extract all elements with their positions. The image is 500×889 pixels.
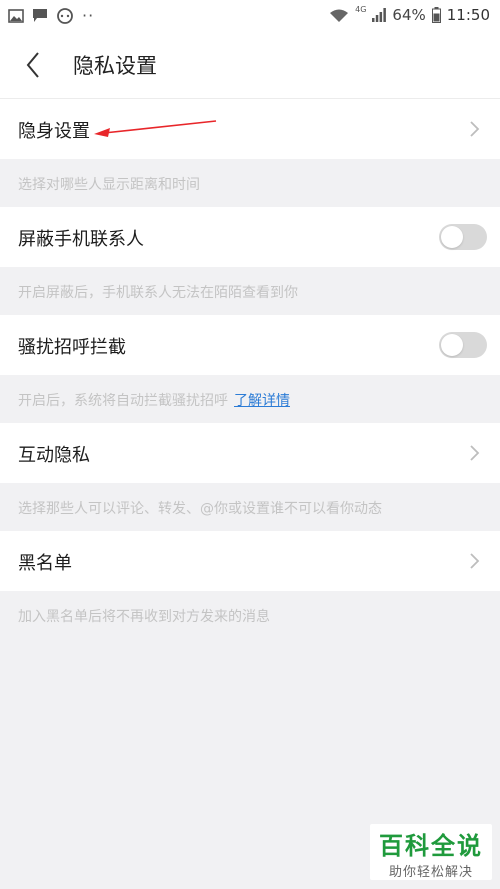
row-note: 选择对哪些人显示距离和时间 [0, 159, 500, 207]
dots-icon: ·· [82, 6, 95, 25]
watermark-logo: 百科全说 助你轻松解决 [370, 824, 492, 880]
message-icon [33, 9, 47, 22]
row-note: 加入黑名单后将不再收到对方发来的消息 [0, 591, 500, 639]
learn-more-link[interactable]: 了解详情 [234, 393, 290, 409]
chevron-right-icon [470, 553, 480, 569]
watermark-sub-text: 助你轻松解决 [388, 865, 473, 880]
row-label: 骚扰招呼拦截 [18, 337, 126, 358]
toggle-knob [441, 226, 463, 248]
wifi-icon [330, 9, 349, 22]
row-harassment-block: 骚扰招呼拦截 [0, 315, 500, 375]
status-left-icons: ·· [8, 6, 94, 25]
block-contacts-toggle[interactable] [439, 224, 487, 250]
row-blacklist[interactable]: 黑名单 [0, 531, 500, 591]
network-type: 4G [355, 4, 367, 14]
row-note: 开启屏蔽后，手机联系人无法在陌陌查看到你 [0, 267, 500, 315]
note-text: 选择对哪些人显示距离和时间 [18, 177, 200, 193]
image-icon [8, 8, 24, 23]
row-note: 开启后，系统将自动拦截骚扰招呼 了解详情 [0, 375, 500, 423]
battery-percent: 64% [392, 6, 426, 24]
back-arrow-icon [26, 52, 39, 78]
harassment-block-toggle[interactable] [439, 332, 487, 358]
watermark-main-text: 百科全说 [379, 832, 483, 860]
note-text: 加入黑名单后将不再收到对方发来的消息 [18, 609, 270, 625]
note-text: 开启后，系统将自动拦截骚扰招呼 [18, 393, 228, 409]
row-label: 黑名单 [18, 553, 72, 574]
clock: 11:50 [446, 6, 490, 24]
row-label: 互动隐私 [18, 445, 90, 466]
row-note: 选择那些人可以评论、转发、@你或设置谁不可以看你动态 [0, 483, 500, 531]
page-title: 隐私设置 [73, 54, 157, 78]
chevron-right-icon [470, 445, 480, 461]
note-text-wrap: 开启后，系统将自动拦截骚扰招呼 了解详情 [18, 390, 290, 410]
row-interaction-privacy[interactable]: 互动隐私 [0, 423, 500, 483]
toggle-knob [441, 334, 463, 356]
note-text: 开启屏蔽后，手机联系人无法在陌陌查看到你 [18, 285, 298, 301]
back-button[interactable] [16, 48, 50, 82]
status-right: 4G 64% 11:50 [329, 4, 490, 24]
chevron-right-icon [470, 121, 480, 137]
nav-header: 隐私设置 [0, 32, 500, 99]
row-invisible-settings[interactable]: 隐身设置 [0, 99, 500, 159]
battery-icon [431, 7, 441, 23]
chat-icon [57, 7, 73, 24]
row-label: 隐身设置 [18, 121, 90, 142]
note-text: 选择那些人可以评论、转发、@你或设置谁不可以看你动态 [18, 501, 382, 517]
row-block-contacts: 屏蔽手机联系人 [0, 207, 500, 267]
row-label: 屏蔽手机联系人 [18, 229, 144, 250]
annotation-arrow-icon [94, 120, 217, 137]
status-bar: ·· 4G 64% 11:50 [0, 0, 500, 32]
signal-icon [372, 8, 387, 22]
